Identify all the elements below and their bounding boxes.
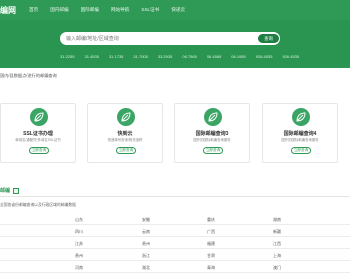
divider: [0, 196, 350, 197]
table-row: 河南 湖北 青海 澳门: [0, 262, 350, 273]
province-link[interactable]: 河南: [75, 265, 83, 271]
province-link[interactable]: 上海: [273, 253, 281, 259]
search-box: [60, 32, 280, 45]
section-title: 邮编: [0, 188, 11, 194]
query-button[interactable]: 立即查询: [29, 147, 49, 154]
card-desc: 国外的国际邮编查询服务: [281, 138, 319, 142]
card-title: 国际邮编查询4: [283, 131, 317, 137]
table-row: 四川 云南 广西 新疆: [0, 226, 350, 237]
nav-item-home[interactable]: 首页: [29, 7, 38, 13]
service-card[interactable]: 快到云 快递单号查询/物流追踪 立即查询: [87, 103, 163, 163]
site-logo[interactable]: 编网: [0, 5, 16, 16]
query-button[interactable]: 立即查询: [116, 147, 136, 154]
ip-link[interactable]: 06.7565: [182, 54, 196, 59]
province-link[interactable]: 江苏: [75, 241, 83, 247]
query-button[interactable]: 立即查询: [203, 147, 223, 154]
province-link[interactable]: 四川: [75, 229, 83, 235]
nav-item-international[interactable]: 国际邮编: [81, 7, 99, 13]
ip-link[interactable]: 06.1955: [231, 54, 245, 59]
ip-list: 31.2255 31.4535 31.1735 31.7005 33.2935 …: [60, 54, 309, 59]
province-link[interactable]: 浙江: [142, 253, 150, 259]
table-row: 山东 安徽 重庆 湖南: [0, 214, 350, 225]
nav-item-domestic[interactable]: 国内邮编: [50, 7, 68, 13]
service-card[interactable]: SSL证书办理 单域名/通配符/多域名SSL证书 立即查询: [0, 103, 76, 163]
service-cards: SSL证书办理 单域名/通配符/多域名SSL证书 立即查询 快到云 快递单号查询…: [0, 103, 350, 163]
table-row: 江苏 贵州 福建 江西: [0, 238, 350, 249]
province-link[interactable]: 贵州: [142, 241, 150, 247]
ip-link[interactable]: 31.1735: [109, 54, 123, 59]
nav-item-sitemap[interactable]: 网站导航: [111, 7, 129, 13]
card-title: 国际邮编查询3: [195, 131, 229, 137]
page-subtitle: 国内/县数据点/进行的邮编查询: [0, 73, 57, 78]
section-desc: 全国各省份邮编查询以及行政区域的邮编数据: [0, 203, 76, 207]
province-link[interactable]: 青海: [207, 265, 215, 271]
province-link[interactable]: 新疆: [273, 229, 281, 235]
leaf-icon: [292, 108, 310, 126]
province-link[interactable]: 福建: [207, 241, 215, 247]
province-link[interactable]: 湖南: [273, 217, 281, 223]
province-link[interactable]: 广西: [207, 229, 215, 235]
service-card[interactable]: 国际邮编查询4 国外的国际邮编查询服务 立即查询: [262, 103, 338, 163]
card-title: 快到云: [117, 131, 133, 137]
leaf-icon: [117, 108, 135, 126]
province-link[interactable]: 云南: [142, 229, 150, 235]
province-link[interactable]: 江西: [273, 241, 281, 247]
leaf-icon: [204, 108, 222, 126]
card-desc: 快递单号查询/物流追踪: [107, 138, 143, 142]
ip-link[interactable]: 31.4535: [84, 54, 98, 59]
ip-link[interactable]: 926.4535: [282, 54, 299, 59]
province-link[interactable]: 重庆: [207, 217, 215, 223]
top-nav: 编网 首页 国内邮编 国际邮编 网站导航 SSL证书 快递云: [0, 0, 350, 20]
ip-link[interactable]: 31.2255: [60, 54, 74, 59]
section-heading: 邮编: [0, 187, 20, 194]
province-link[interactable]: 澳门: [273, 265, 281, 271]
query-button[interactable]: 立即查询: [291, 147, 311, 154]
ip-link[interactable]: 31.7005: [133, 54, 147, 59]
province-link[interactable]: 贵州: [75, 253, 83, 259]
card-title: SSL证书办理: [23, 131, 53, 137]
province-link[interactable]: 湖北: [142, 265, 150, 271]
service-card[interactable]: 国际邮编查询3 国外的国际邮编查询服务 立即查询: [174, 103, 250, 163]
ip-link[interactable]: 06.4565: [207, 54, 221, 59]
nav-item-ssl[interactable]: SSL证书: [141, 7, 159, 13]
section-badge-icon: [13, 187, 20, 194]
search-button[interactable]: 查询: [258, 34, 279, 43]
card-desc: 单域名/通配符/多域名SSL证书: [15, 138, 61, 142]
search-input[interactable]: [66, 32, 246, 45]
card-desc: 国外的国际邮编查询服务: [193, 138, 231, 142]
province-link[interactable]: 甘肃: [207, 253, 215, 259]
leaf-icon: [30, 108, 48, 126]
ip-link[interactable]: 33.2935: [158, 54, 172, 59]
ip-link[interactable]: 926.4535: [256, 54, 273, 59]
table-row: 贵州 浙江 甘肃 上海: [0, 250, 350, 261]
province-link[interactable]: 安徽: [142, 217, 150, 223]
nav-item-express[interactable]: 快递云: [171, 7, 185, 13]
hero-banner: 查询 31.2255 31.4535 31.1735 31.7005 33.29…: [0, 20, 350, 68]
province-link[interactable]: 山东: [75, 217, 83, 223]
